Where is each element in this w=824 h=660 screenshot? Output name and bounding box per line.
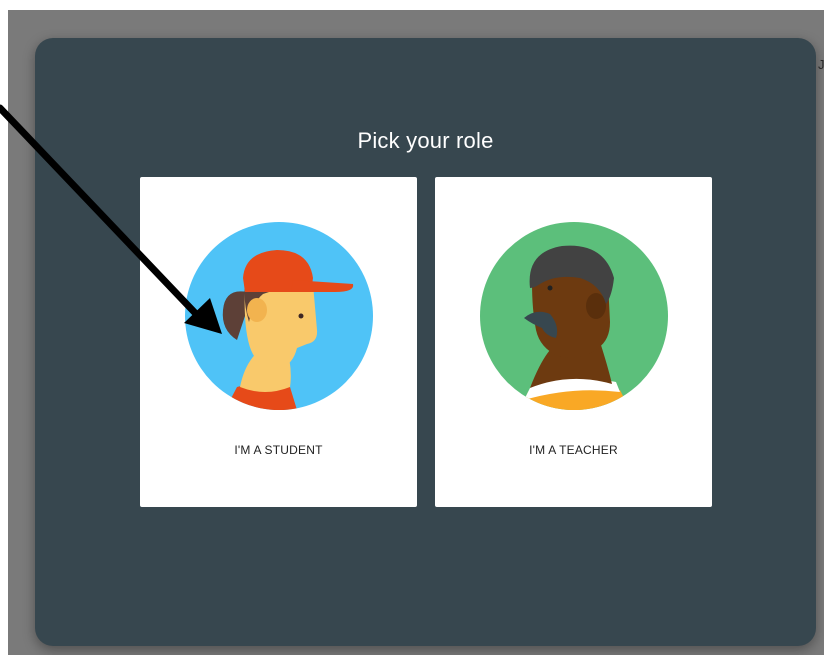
role-picker-dialog: Pick your role I'M A STUDENT I'M A TEACH… (35, 38, 816, 646)
student-avatar-icon (185, 222, 373, 410)
student-role-label: I'M A STUDENT (234, 443, 323, 457)
background-partial-text: Jo (818, 57, 824, 72)
student-role-card[interactable]: I'M A STUDENT (140, 177, 417, 507)
teacher-avatar-icon (480, 222, 668, 410)
teacher-role-label: I'M A TEACHER (529, 443, 618, 457)
screen-overlay: Jo Pick your role (8, 10, 824, 655)
dialog-title: Pick your role (357, 128, 494, 153)
teacher-role-card[interactable]: I'M A TEACHER (435, 177, 712, 507)
